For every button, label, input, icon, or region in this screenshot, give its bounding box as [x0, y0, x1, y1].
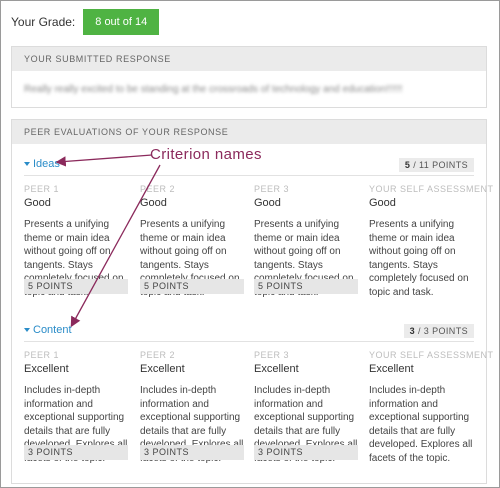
rating: Good: [140, 197, 167, 209]
rating: Excellent: [140, 363, 185, 375]
assessor-label: PEER 1: [24, 184, 60, 194]
assessment-peer-3: PEER 3 Good Presents a unifying theme or…: [254, 184, 360, 298]
criterion-ideas: Ideas 5 / 11 POINTS PEER 1 Good Presents…: [24, 156, 493, 306]
caret-down-icon: [24, 162, 30, 166]
assessor-label: PEER 3: [254, 350, 290, 360]
assessment-points: 3 POINTS: [140, 445, 244, 460]
points-possible: / 3: [417, 326, 430, 336]
caret-down-icon: [24, 328, 30, 332]
assessment-points: 5 POINTS: [254, 279, 358, 294]
criterion-toggle-content[interactable]: Content: [24, 324, 72, 336]
rating: Excellent: [369, 363, 414, 375]
submitted-response-heading: YOUR SUBMITTED RESPONSE: [12, 47, 486, 71]
criterion-name: Ideas: [33, 158, 60, 170]
submitted-response-panel: YOUR SUBMITTED RESPONSE Really really ex…: [11, 46, 487, 108]
rating-description: Presents a unifying theme or main idea w…: [369, 219, 469, 298]
criterion-points: 3 / 3 POINTS: [403, 324, 474, 338]
assessment-points: 3 POINTS: [254, 445, 358, 460]
points-possible: / 11: [413, 160, 430, 170]
grade-row: Your Grade: 8 out of 14: [11, 9, 160, 35]
assessment-peer-1: PEER 1 Excellent Includes in-depth infor…: [24, 350, 130, 464]
criterion-points: 5 / 11 POINTS: [398, 158, 474, 172]
assessor-label: PEER 2: [140, 184, 176, 194]
grade-badge: 8 out of 14: [83, 9, 160, 35]
assessment-peer-1: PEER 1 Good Presents a unifying theme or…: [24, 184, 130, 298]
assessor-label: PEER 2: [140, 350, 176, 360]
assessment-points: 5 POINTS: [24, 279, 128, 294]
grade-label: Your Grade:: [11, 15, 76, 29]
rating: Good: [369, 197, 396, 209]
rating: Excellent: [24, 363, 69, 375]
assessment-peer-2: PEER 2 Excellent Includes in-depth infor…: [140, 350, 246, 464]
assessment-peer-3: PEER 3 Excellent Includes in-depth infor…: [254, 350, 360, 464]
rating: Good: [24, 197, 51, 209]
criterion-header: Content 3 / 3 POINTS: [24, 322, 474, 342]
assessor-label: PEER 3: [254, 184, 290, 194]
peer-evaluations-heading: PEER EVALUATIONS OF YOUR RESPONSE: [12, 120, 486, 144]
assessment-peer-2: PEER 2 Good Presents a unifying theme or…: [140, 184, 246, 298]
rating: Good: [254, 197, 281, 209]
assessor-label: PEER 1: [24, 350, 60, 360]
assessment-row: PEER 1 Excellent Includes in-depth infor…: [24, 350, 494, 464]
criterion-toggle-ideas[interactable]: Ideas: [24, 158, 60, 170]
submitted-response-text: Really really excited to be standing at …: [24, 84, 403, 95]
criterion-content: Content 3 / 3 POINTS PEER 1 Excellent In…: [24, 322, 493, 472]
assessment-points: 5 POINTS: [140, 279, 244, 294]
points-earned: 5: [404, 160, 411, 170]
assessment-row: PEER 1 Good Presents a unifying theme or…: [24, 184, 494, 298]
points-word: POINTS: [432, 160, 468, 170]
points-earned: 3: [409, 326, 416, 336]
rating: Excellent: [254, 363, 299, 375]
assessment-points: 3 POINTS: [24, 445, 128, 460]
assessment-self: YOUR SELF ASSESSMENT Good Presents a uni…: [369, 184, 494, 298]
assessor-label: YOUR SELF ASSESSMENT: [369, 350, 494, 360]
rating-description: Includes in-depth information and except…: [369, 385, 473, 464]
criterion-name: Content: [33, 324, 72, 336]
assessment-self: YOUR SELF ASSESSMENT Excellent Includes …: [369, 350, 494, 464]
annotation-label: Criterion names: [150, 146, 262, 163]
assessor-label: YOUR SELF ASSESSMENT: [369, 184, 494, 194]
points-word: POINTS: [432, 326, 468, 336]
